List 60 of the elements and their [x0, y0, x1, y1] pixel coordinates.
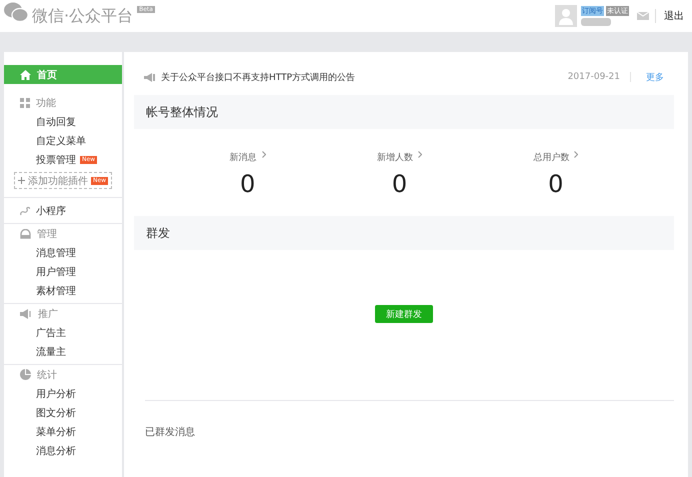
nav-item[interactable]: 自动回复 [4, 112, 122, 131]
nav-label: 素材管理 [36, 284, 76, 298]
nav-item[interactable]: 用户分析 [4, 384, 122, 403]
mail-icon[interactable] [637, 12, 649, 20]
megaphone-icon [144, 72, 156, 82]
nav-label: 自动回复 [36, 116, 76, 128]
section-header: 帐号整体情况 [134, 95, 674, 129]
nav-section-item[interactable]: 功能 [4, 93, 122, 112]
chevron-icon [262, 151, 266, 158]
nav-label: 统计 [37, 368, 57, 382]
house-icon [20, 70, 31, 80]
nav-item[interactable]: 菜单分析 [4, 422, 122, 441]
nav-label: 推广 [38, 308, 58, 320]
nav-item[interactable]: 广告主 [4, 323, 122, 342]
nav-item[interactable]: 素材管理 [4, 281, 122, 300]
nav-label: 图文分析 [36, 406, 76, 420]
button-label: 添加功能插件 [28, 174, 88, 188]
inbox-icon [20, 228, 31, 238]
chevron-icon [574, 151, 578, 158]
nav-item[interactable]: 消息管理 [4, 243, 122, 262]
nav-label: 消息分析 [36, 444, 76, 458]
stat-label[interactable]: 新消息 [230, 151, 257, 164]
nav-section-item[interactable]: 管理 [4, 224, 122, 243]
stat-label[interactable]: 总用户数 [533, 151, 570, 164]
notice-link[interactable]: 关于公众平台接口不再支持HTTP方式调用的公告 [161, 70, 356, 84]
nav-item[interactable]: 用户管理 [4, 262, 122, 281]
nav-label: 用户管理 [36, 266, 76, 278]
nav-label: 投票管理 [36, 154, 76, 166]
grid-icon [20, 98, 30, 108]
megaphone-icon [20, 308, 32, 318]
nav-section-item[interactable]: 小程序 [4, 201, 122, 220]
stat-value: 0 [240, 170, 256, 198]
nav-label: 管理 [37, 228, 57, 240]
blurred-username [581, 18, 611, 26]
nav-label: 流量主 [36, 346, 66, 358]
nav-label: 小程序 [36, 204, 66, 218]
logout-link[interactable]: 退出 [655, 9, 684, 23]
nav-label: 首页 [37, 68, 57, 82]
nav-label: 菜单分析 [36, 426, 76, 438]
nav-label: 用户分析 [36, 388, 76, 400]
link-curve-icon [20, 206, 30, 216]
chevron-icon [418, 151, 422, 158]
nav-item[interactable]: 流量主 [4, 342, 122, 361]
plus-icon [18, 177, 25, 184]
stat-value: 0 [548, 170, 564, 198]
nav-label: 消息管理 [36, 246, 76, 260]
nav-item[interactable]: 自定义菜单 [4, 131, 122, 150]
nav-section-item[interactable]: 推广 [4, 304, 122, 323]
section-header: 群发 [134, 216, 674, 250]
nav-section-item[interactable]: 统计 [4, 365, 122, 384]
nav-item[interactable]: 消息分析 [4, 441, 122, 460]
nav-label: 广告主 [36, 326, 66, 340]
nav-item[interactable]: 图文分析 [4, 403, 122, 422]
stat-value: 0 [392, 170, 408, 198]
notice-date: 2017-09-21 [568, 72, 631, 82]
pie-chart-icon [20, 369, 31, 380]
nav-label: 自定义菜单 [36, 134, 86, 148]
stat-label[interactable]: 新增人数 [376, 151, 413, 164]
nav-label: 功能 [36, 96, 56, 110]
history-title: 已群发消息 [144, 426, 196, 439]
